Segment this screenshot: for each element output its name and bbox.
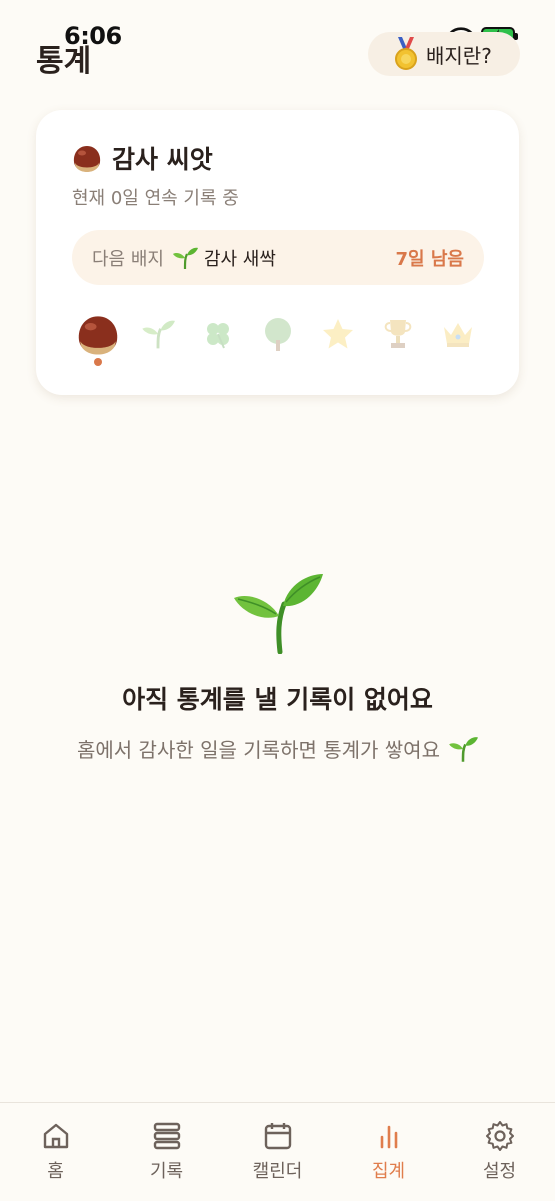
next-badge-box: 다음 배지 감사 새싹 7일 남음	[72, 230, 484, 285]
tab-calendar[interactable]: 캘린더	[222, 1103, 333, 1201]
stage-chestnut	[76, 312, 120, 356]
home-icon	[43, 1123, 68, 1149]
remaining-days: 7일 남음	[395, 248, 464, 270]
stage-sprout	[136, 312, 180, 356]
medal-icon	[395, 37, 417, 70]
current-badge-name: 감사 씨앗	[112, 145, 213, 174]
stage-clover	[196, 312, 240, 356]
badge-help-label: 배지란?	[426, 43, 492, 68]
calendar-icon	[264, 1123, 291, 1150]
page-title: 통계	[36, 44, 92, 79]
next-badge-name: 감사 새싹	[203, 248, 276, 270]
tab-stats-label: 집계	[371, 1161, 406, 1182]
empty-state-text: 홈에서 감사한 일을 기록하면 통계가 쌓여요	[77, 738, 440, 762]
tab-calendar-label: 캘린더	[252, 1161, 303, 1182]
sprout-icon	[172, 247, 198, 269]
tab-settings[interactable]: 설정	[444, 1103, 555, 1201]
current-stage-indicator	[94, 358, 102, 366]
current-badge: 감사 씨앗	[72, 140, 213, 176]
badge-card: 감사 씨앗 현재 0일 연속 기록 중 다음 배지 감사 새싹 7일 남음	[36, 110, 519, 395]
tab-bar: 홈 기록 캘린더 집계 설정	[0, 1102, 555, 1201]
next-badge-label: 다음 배지	[92, 248, 164, 270]
empty-state-description: 홈에서 감사한 일을 기록하면 통계가 쌓여요	[0, 734, 555, 763]
chestnut-icon	[78, 316, 118, 355]
chart-icon	[380, 1125, 397, 1149]
badge-help-button[interactable]: 배지란?	[368, 32, 520, 76]
stage-crown	[436, 312, 480, 356]
sprout-icon	[142, 320, 175, 349]
empty-state-title: 아직 통계를 낼 기록이 없어요	[122, 685, 433, 714]
streak-text: 현재 0일 연속 기록 중	[72, 188, 239, 209]
tree-icon	[265, 318, 291, 351]
stage-star	[316, 312, 360, 356]
chestnut-icon	[73, 146, 101, 172]
stage-trophy	[376, 312, 420, 356]
clover-icon	[207, 323, 229, 349]
list-icon	[153, 1122, 180, 1150]
tab-records[interactable]: 기록	[111, 1103, 222, 1201]
gear-icon	[485, 1121, 514, 1151]
tab-settings-label: 설정	[482, 1161, 517, 1182]
badge-stages	[76, 312, 480, 356]
sprout-icon	[234, 574, 323, 654]
tab-records-label: 기록	[149, 1161, 184, 1182]
sprout-icon	[449, 736, 478, 762]
trophy-icon	[384, 320, 412, 348]
crown-icon	[444, 323, 472, 347]
tab-stats[interactable]: 집계	[333, 1103, 444, 1201]
star-icon	[323, 319, 353, 349]
stage-tree	[256, 312, 300, 356]
tab-home-label: 홈	[47, 1161, 64, 1182]
tab-home[interactable]: 홈	[0, 1103, 111, 1201]
